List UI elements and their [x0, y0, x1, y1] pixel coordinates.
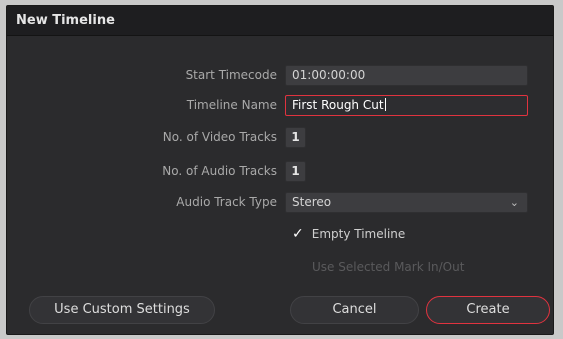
video-tracks-value: 1: [291, 130, 300, 144]
checkmark-icon: ✓: [292, 226, 304, 242]
audio-tracks-label: No. of Audio Tracks: [162, 164, 277, 178]
timeline-name-input[interactable]: First Rough Cut: [285, 95, 528, 116]
audio-tracks-input[interactable]: 1: [285, 161, 306, 182]
text-caret: [384, 98, 386, 111]
timeline-name-value: First Rough Cut: [292, 98, 384, 112]
audio-tracks-value: 1: [291, 164, 300, 178]
chevron-down-icon: ⌄: [509, 196, 519, 209]
use-selected-marks-label: Use Selected Mark In/Out: [312, 260, 465, 274]
start-timecode-value: 01:00:00:00: [292, 68, 366, 82]
use-custom-settings-button[interactable]: Use Custom Settings: [29, 296, 215, 324]
cancel-button[interactable]: Cancel: [290, 296, 419, 324]
empty-timeline-label: Empty Timeline: [311, 227, 406, 241]
timeline-name-label: Timeline Name: [186, 98, 277, 112]
audio-track-type-select[interactable]: Stereo ⌄: [285, 192, 528, 213]
create-button[interactable]: Create: [426, 296, 550, 324]
video-tracks-label: No. of Video Tracks: [162, 130, 277, 144]
use-selected-marks-checkbox[interactable]: Use Selected Mark In/Out: [312, 260, 464, 274]
start-timecode-label: Start Timecode: [185, 68, 277, 82]
dialog-title: New Timeline: [16, 13, 115, 28]
dialog-titlebar: New Timeline: [7, 6, 553, 36]
video-tracks-input[interactable]: 1: [285, 127, 306, 148]
audio-track-type-value: Stereo: [292, 195, 332, 209]
empty-timeline-checkbox[interactable]: ✓ Empty Timeline: [292, 226, 405, 242]
audio-track-type-label: Audio Track Type: [176, 195, 277, 209]
new-timeline-dialog: New Timeline Start Timecode 01:00:00:00 …: [6, 5, 554, 335]
start-timecode-input[interactable]: 01:00:00:00: [285, 65, 528, 86]
